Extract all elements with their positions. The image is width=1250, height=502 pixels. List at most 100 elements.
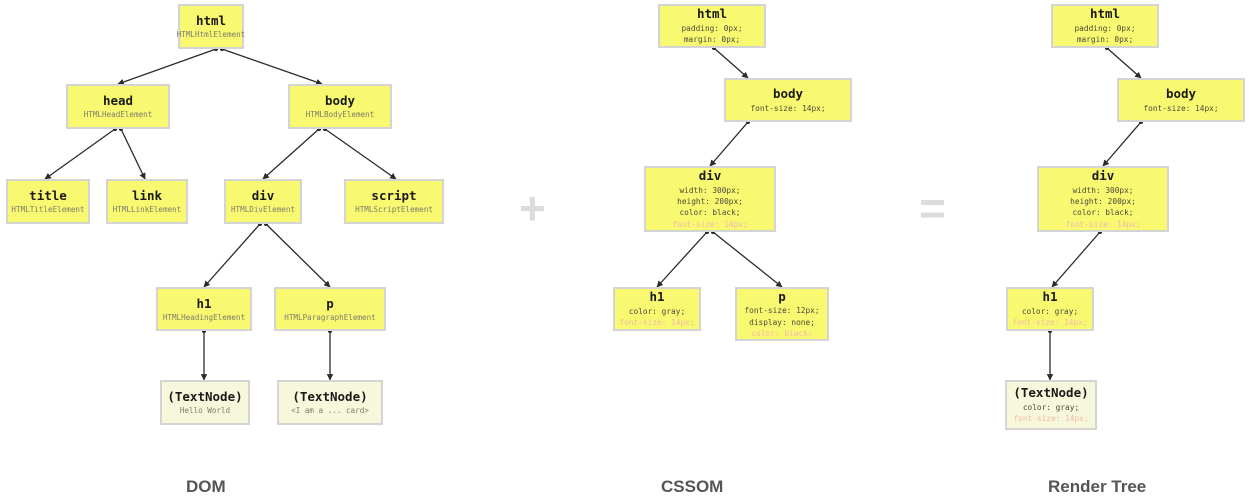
node-prop: color: gray; <box>1021 307 1079 317</box>
node-prop: color: black; <box>1072 208 1134 218</box>
node-subtitle: HTMLDivElement <box>230 205 295 215</box>
node-title: p <box>778 288 786 304</box>
node-prop: display: none; <box>749 317 815 327</box>
render-node-div[interactable]: div width: 300px; height: 200px; color: bl… <box>1037 166 1169 232</box>
dom-node-head[interactable]: head HTMLHeadElement <box>66 84 170 129</box>
node-prop-inherited: font-size: 14px; <box>1013 414 1089 424</box>
edge-dom-div-p <box>263 221 331 288</box>
node-subtitle: HTMLHtmlElement <box>176 30 246 40</box>
node-title: body <box>772 86 804 102</box>
dom-node-p[interactable]: p HTMLParagraphElement <box>274 287 386 331</box>
edge-render-div-h1 <box>1051 229 1103 288</box>
node-props: color: gray; font-size: 14px; <box>619 306 694 329</box>
node-prop: color: gray; <box>1022 403 1080 413</box>
node-title: head <box>102 93 134 109</box>
cssom-node-html[interactable]: html padding: 0px; margin: 0px; <box>658 4 766 48</box>
node-title: body <box>324 93 356 109</box>
edge-cssom-body-div <box>709 119 751 167</box>
node-title: h1 <box>196 295 212 311</box>
node-subtitle: HTMLLinkElement <box>112 205 182 215</box>
edge-dom-body-div <box>262 126 322 180</box>
node-props: font-size: 14px; <box>750 103 825 114</box>
node-props: font-size: 14px; <box>1143 103 1218 114</box>
dom-node-h1[interactable]: h1 HTMLHeadingElement <box>156 287 252 331</box>
node-prop-inherited: font-size: 14px; <box>1012 318 1088 328</box>
dom-node-div[interactable]: div HTMLDivElement <box>224 179 302 224</box>
node-prop: height: 200px; <box>1070 197 1136 207</box>
node-title: (TextNode) <box>1013 385 1089 401</box>
node-title: title <box>29 188 67 204</box>
node-props: color: gray; font-size: 14px; <box>1013 402 1088 425</box>
node-props: padding: 0px; margin: 0px; <box>681 23 742 46</box>
node-prop: font-size: 12px; <box>744 306 820 316</box>
dom-node-h1-textnode[interactable]: (TextNode) Hello World <box>160 380 250 425</box>
edge-cssom-html-body <box>711 45 749 79</box>
node-title: link <box>131 188 163 204</box>
node-subtitle: HTMLHeadElement <box>83 110 153 120</box>
node-subtitle: HTMLParagraphElement <box>284 312 376 322</box>
node-prop-inherited: font-size: 14px; <box>1065 219 1141 229</box>
dom-node-title[interactable]: title HTMLTitleElement <box>6 179 90 224</box>
node-prop: color: black; <box>679 208 741 218</box>
edge-render-html-body <box>1104 45 1142 79</box>
render-node-body[interactable]: body font-size: 14px; <box>1117 78 1245 122</box>
diagram-canvas: html HTMLHtmlElement head HTMLHeadElemen… <box>0 0 1250 502</box>
node-title: div <box>1091 168 1115 184</box>
edge-dom-html-body <box>219 46 323 86</box>
node-props: padding: 0px; margin: 0px; <box>1074 23 1135 46</box>
node-props: width: 300px; height: 200px; color: black;… <box>672 185 747 230</box>
edge-cssom-div-p <box>710 229 783 288</box>
node-prop-inherited: color: black; <box>751 328 813 338</box>
edge-dom-div-h1 <box>203 221 263 288</box>
edge-dom-head-title <box>44 126 118 180</box>
node-props: width: 300px; height: 200px; color: black;… <box>1065 185 1140 230</box>
caption-cssom: CSSOM <box>661 477 724 496</box>
dom-node-link[interactable]: link HTMLLinkElement <box>106 179 188 224</box>
cssom-node-p[interactable]: p font-size: 12px; display: none; color: b… <box>735 287 829 341</box>
caption-render-tree: Render Tree <box>1048 477 1147 496</box>
node-subtitle: HTMLScriptElement <box>355 205 433 215</box>
node-title: (TextNode) <box>167 389 243 405</box>
node-subtitle: HTMLBodyElement <box>305 110 375 120</box>
node-prop: padding: 0px; <box>681 24 743 34</box>
node-props: font-size: 12px; display: none; color: bla… <box>744 305 819 339</box>
render-node-h1-textnode[interactable]: (TextNode) color: gray; font-size: 14px; <box>1005 380 1097 430</box>
edge-render-body-div <box>1102 119 1144 167</box>
node-title: html <box>195 13 227 29</box>
node-title: html <box>1089 6 1121 22</box>
node-subtitle: HTMLTitleElement <box>11 205 85 215</box>
node-prop: height: 200px; <box>677 197 743 207</box>
edge-cssom-div-h1 <box>656 229 710 288</box>
node-prop: width: 300px; <box>679 185 741 195</box>
dom-node-html[interactable]: html HTMLHtmlElement <box>176 4 246 49</box>
node-title: p <box>326 295 334 311</box>
node-title: div <box>698 168 722 184</box>
node-prop: margin: 0px; <box>1076 35 1134 45</box>
node-title: h1 <box>649 289 665 305</box>
dom-node-script[interactable]: script HTMLScriptElement <box>344 179 444 224</box>
edge-dom-html-head <box>117 46 219 86</box>
node-prop: font-size: 14px; <box>750 103 826 113</box>
plus-operator-icon: + <box>519 182 546 234</box>
node-title: script <box>371 188 417 204</box>
node-title: h1 <box>1042 289 1058 305</box>
edge-dom-body-script <box>322 126 397 180</box>
render-node-h1[interactable]: h1 color: gray; font-size: 14px; <box>1006 287 1094 331</box>
render-node-html[interactable]: html padding: 0px; margin: 0px; <box>1051 4 1159 48</box>
node-subtitle: Hello World <box>179 406 231 416</box>
node-prop-inherited: font-size: 14px; <box>619 318 695 328</box>
equals-operator-icon: = <box>919 182 946 234</box>
node-prop-inherited: font-size: 14px; <box>672 219 748 229</box>
node-title: body <box>1165 86 1197 102</box>
node-props: color: gray; font-size: 14px; <box>1012 306 1087 329</box>
cssom-node-body[interactable]: body font-size: 14px; <box>724 78 852 122</box>
node-prop: width: 300px; <box>1072 185 1134 195</box>
node-title: html <box>696 6 728 22</box>
dom-node-body[interactable]: body HTMLBodyElement <box>288 84 392 129</box>
cssom-node-h1[interactable]: h1 color: gray; font-size: 14px; <box>613 287 701 331</box>
caption-dom: DOM <box>186 477 226 496</box>
node-subtitle: <I am a ... card> <box>291 406 369 416</box>
edge-dom-head-link <box>118 126 146 180</box>
dom-node-p-textnode[interactable]: (TextNode) <I am a ... card> <box>277 380 383 425</box>
cssom-node-div[interactable]: div width: 300px; height: 200px; color: bl… <box>644 166 776 232</box>
